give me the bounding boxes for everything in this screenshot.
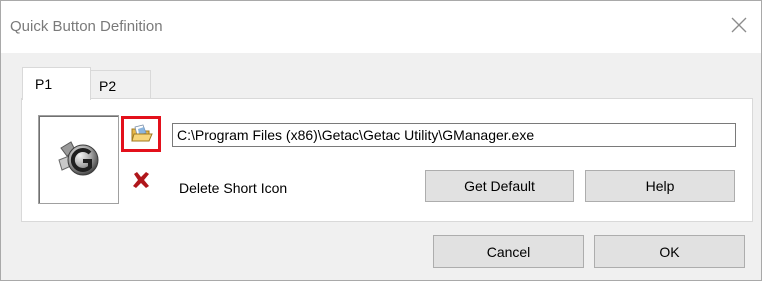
tab-p1[interactable]: P1 — [22, 67, 91, 100]
tab-p2-label: P2 — [99, 78, 117, 94]
close-icon[interactable] — [729, 15, 749, 35]
get-default-button[interactable]: Get Default — [425, 170, 574, 202]
help-button[interactable]: Help — [585, 170, 735, 202]
window-title: Quick Button Definition — [10, 18, 163, 35]
delete-short-icon-label: Delete Short Icon — [179, 180, 288, 196]
ok-button[interactable]: OK — [594, 235, 745, 268]
browse-button[interactable] — [121, 116, 161, 152]
red-x-icon[interactable] — [132, 171, 150, 192]
title-bar: Quick Button Definition — [1, 1, 761, 53]
icon-preview — [38, 115, 119, 204]
cancel-button[interactable]: Cancel — [433, 235, 584, 268]
path-field[interactable] — [172, 123, 736, 147]
getac-gear-icon — [58, 141, 99, 176]
folder-open-icon — [131, 124, 153, 142]
tab-p1-label: P1 — [35, 76, 53, 92]
tab-p2[interactable]: P2 — [88, 70, 151, 99]
